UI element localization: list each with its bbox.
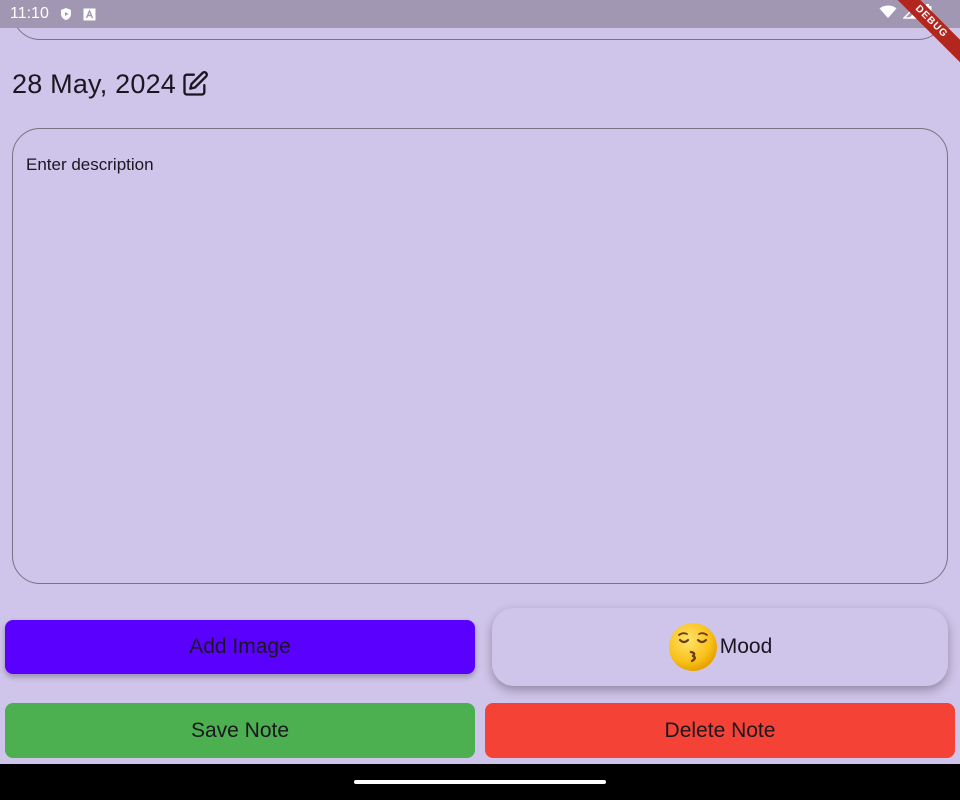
navigation-bar — [0, 764, 960, 800]
mood-label: Mood — [719, 635, 773, 658]
save-note-button[interactable]: Save Note — [5, 703, 475, 758]
status-time: 11:10 — [10, 5, 49, 22]
description-input[interactable] — [26, 155, 934, 557]
kissing-face-closed-eyes-icon — [668, 622, 718, 672]
date-row: 28 May, 2024 — [12, 66, 210, 102]
keyboard-a-icon — [83, 7, 97, 21]
mood-button[interactable]: Mood — [492, 608, 948, 686]
add-image-label: Add Image — [189, 635, 291, 658]
status-left: 11:10 — [10, 5, 97, 23]
save-note-label: Save Note — [190, 718, 290, 742]
note-date: 28 May, 2024 — [12, 68, 177, 99]
status-bar: 11:10 — [0, 0, 960, 28]
wifi-icon — [879, 5, 897, 24]
play-protect-icon — [59, 7, 73, 21]
edit-date-icon[interactable] — [180, 69, 210, 99]
description-field[interactable] — [12, 128, 948, 584]
add-image-button[interactable]: Add Image — [5, 620, 475, 674]
delete-note-button[interactable]: Delete Note — [485, 703, 955, 758]
delete-note-label: Delete Note — [664, 718, 776, 742]
home-indicator[interactable] — [354, 780, 606, 784]
